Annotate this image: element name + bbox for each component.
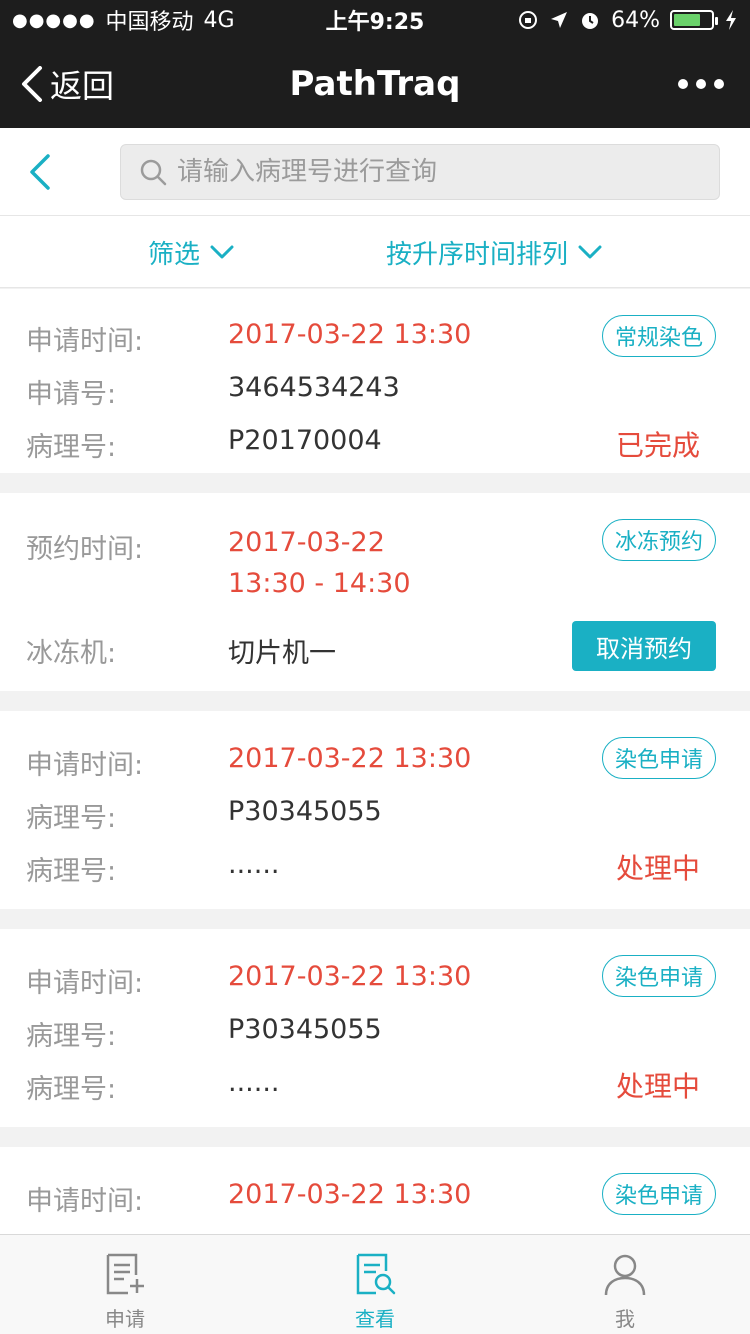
search-box[interactable] [120,144,720,200]
sort-label: 按升序时间排列 [386,239,569,270]
field-value: 2017-03-22 13:30 [228,319,472,350]
tab-label: 申请 [105,1307,145,1331]
sort-dropdown[interactable]: 按升序时间排列 [386,216,602,288]
field-label: 病理号: [26,856,117,887]
status-badge: 处理中 [615,852,700,885]
back-button[interactable]: 返回 [20,40,114,128]
nav-bar: 返回 PathTraq [0,40,750,128]
tab-label: 查看 [355,1307,395,1331]
field-label: 申请时间: [26,750,144,781]
back-label: 返回 [50,67,115,105]
search-icon [140,159,167,186]
document-search-icon [356,1253,396,1295]
status-bar-left: ●●●●● 中国移动 4G [12,4,254,36]
chevron-down-icon [578,245,602,259]
field-value: 3464534243 [228,372,400,403]
battery-percent: 64% [611,7,660,33]
field-value: ...... [228,849,280,880]
status-badge: 已完成 [615,429,700,462]
field-value: ...... [228,1067,280,1098]
type-tag: 冰冻预约 [601,519,716,561]
field-label: 病理号: [26,1074,117,1105]
rotation-lock-icon [519,11,538,29]
tab-label: 我 [615,1307,635,1331]
search-input[interactable] [175,156,699,188]
field-value: P20170004 [228,425,382,456]
alarm-icon [582,13,599,29]
document-add-icon [106,1253,144,1295]
filter-bar: 筛选 按升序时间排列 [0,216,750,288]
field-label: 预约时间: [26,534,144,565]
chevron-left-icon [22,66,42,102]
filter-label: 筛选 [148,239,201,270]
field-value: 切片机一 [228,638,336,669]
search-bar [0,128,750,216]
signal-dots: ●●●●● [12,9,96,31]
tab-view[interactable]: 查看 [250,1235,500,1334]
field-label: 病理号: [26,803,117,834]
chevron-left-icon[interactable] [26,152,56,192]
field-value: 2017-03-22 13:30 [228,743,472,774]
reservation-card[interactable]: 冰冻预约 预约时间: 2017-03-22 13:30 - 14:30 冰冻机:… [0,493,750,691]
location-icon [551,12,568,28]
network-label: 4G [203,7,235,33]
filter-dropdown[interactable]: 筛选 [148,216,234,288]
status-badge: 处理中 [615,1070,700,1103]
field-label: 申请号: [26,379,117,410]
status-bar-right: 64% [496,8,738,33]
field-label: 申请时间: [26,968,144,999]
record-card[interactable]: 染色申请 申请时间: 2017-03-22 13:30 [0,1147,750,1234]
type-tag: 染色申请 [601,955,716,997]
type-tag: 染色申请 [601,737,716,779]
field-label: 申请时间: [26,326,144,357]
field-label: 病理号: [26,1021,117,1052]
cancel-reservation-button[interactable]: 取消预约 [572,621,716,671]
carrier-label: 中国移动 [105,10,194,35]
charging-icon [726,10,736,30]
field-value: P30345055 [228,796,382,827]
battery-icon [670,10,718,30]
chevron-down-icon [210,245,234,259]
tab-bar: 申请 查看 我 [0,1234,750,1334]
field-label: 申请时间: [26,1186,144,1217]
record-card[interactable]: 染色申请 申请时间: 2017-03-22 13:30 病理号: P303450… [0,929,750,1127]
field-value: 2017-03-22 13:30 [228,961,472,992]
type-tag: 染色申请 [601,1173,716,1215]
field-label: 病理号: [26,432,117,463]
field-label: 冰冻机: [26,638,117,669]
record-card[interactable]: 常规染色 申请时间: 2017-03-22 13:30 申请号: 3464534… [0,289,750,473]
field-value: P30345055 [228,1014,382,1045]
more-icon[interactable] [678,40,724,128]
field-value: 2017-03-22 13:30 [228,1179,472,1210]
time-range-value: 13:30 - 14:30 [228,568,411,599]
tab-apply[interactable]: 申请 [0,1235,250,1334]
field-value: 2017-03-22 [228,527,385,558]
record-card[interactable]: 染色申请 申请时间: 2017-03-22 13:30 病理号: P303450… [0,711,750,909]
status-time: 上午9:25 [325,10,425,35]
type-tag: 常规染色 [601,315,716,357]
user-icon [604,1254,646,1296]
status-bar: ●●●●● 中国移动 4G 上午9:25 64% [0,0,750,40]
tab-me[interactable]: 我 [500,1235,750,1334]
